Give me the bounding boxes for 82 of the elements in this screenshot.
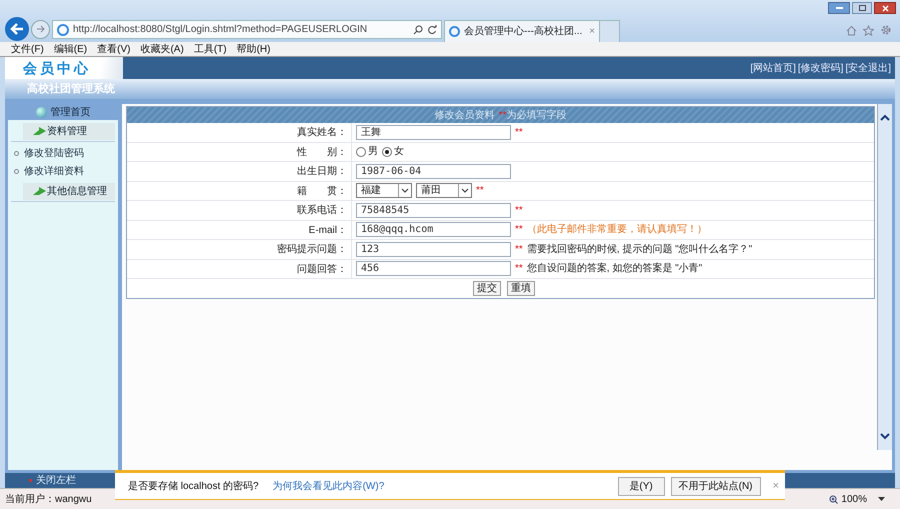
field-label: 真实姓名： [127, 123, 352, 142]
field-label: 密码提示问题： [127, 240, 352, 258]
radio-button[interactable] [382, 146, 392, 157]
field-label: 联系电话： [127, 201, 352, 220]
scroll-up-icon[interactable] [880, 114, 890, 122]
forward-button[interactable] [31, 20, 50, 38]
arrow-icon [33, 127, 46, 136]
radio-label: 男 [368, 145, 378, 160]
header-link[interactable]: [网站首页] [750, 60, 796, 76]
caret-icon [461, 188, 469, 194]
required-mark: ** [515, 223, 523, 238]
toggle-sidebar-link[interactable]: 关闭左栏 [36, 473, 76, 488]
back-button[interactable] [5, 17, 29, 41]
sidebar-link[interactable]: 修改登陆密码 [24, 146, 84, 161]
input-field[interactable]: 168@qqq.hcom [356, 222, 511, 238]
back-arrow-icon [10, 23, 24, 35]
field-label: E-mail： [127, 220, 352, 239]
required-mark: ** [515, 204, 523, 218]
address-bar[interactable]: http://localhost:8080/Stgl/Login.shtml?method=PAGEUSERLOGIN [52, 20, 442, 39]
field-label: 出生日期： [127, 162, 352, 180]
input-field[interactable]: 123 [356, 242, 511, 257]
input-field[interactable]: 王舞 [356, 124, 511, 140]
notification-button[interactable]: 是(Y) [618, 476, 665, 496]
radio-button[interactable] [356, 146, 366, 157]
header-link[interactable]: [修改密码] [798, 60, 844, 76]
form-button[interactable]: 提交 [473, 281, 501, 296]
menu-item[interactable]: 编辑(E) [54, 42, 88, 56]
sidebar-section-header[interactable]: 资料管理 [23, 123, 115, 140]
bullet-icon [14, 151, 19, 156]
globe-icon [36, 106, 46, 118]
ie-icon [449, 26, 460, 37]
arrow-icon [33, 187, 46, 196]
menu-item[interactable]: 文件(F) [11, 42, 44, 56]
required-mark: ** [476, 184, 484, 198]
required-mark: ** [515, 242, 523, 257]
field-hint: （此电子邮件非常重要，请认真填写！） [526, 222, 707, 238]
scroll-down-icon[interactable] [880, 432, 890, 440]
caret-icon [401, 188, 409, 194]
scrollbar[interactable] [877, 104, 892, 450]
system-title: 高校社团管理系统 [27, 82, 115, 97]
status-user: 当前用户：wangwu [5, 492, 92, 506]
maximize-button[interactable] [852, 2, 872, 14]
field-label: 性 别： [127, 142, 352, 161]
field-hint: 您自设问题的答案, 如您的答案是 "小青" [526, 262, 702, 276]
search-icon[interactable] [413, 24, 423, 34]
refresh-icon[interactable] [427, 24, 437, 34]
input-field[interactable]: 1987-06-04 [356, 164, 511, 179]
form-title-bar: 修改会员资料 **为必填写字段 [127, 107, 874, 123]
zoom-level[interactable]: 100% [841, 492, 867, 506]
site-logo: 会员中心 [23, 58, 91, 78]
required-mark: ** [515, 262, 523, 276]
close-icon [882, 4, 888, 12]
browser-tab[interactable]: 会员管理中心---高校社团... × [444, 20, 600, 42]
field-label: 问题回答： [127, 260, 352, 278]
sidebar-link[interactable]: 修改详细资料 [24, 164, 84, 179]
menu-item[interactable]: 工具(T) [194, 42, 227, 56]
form-button[interactable]: 重填 [507, 281, 535, 296]
caret-icon[interactable] [878, 497, 885, 501]
menu-item[interactable]: 帮助(H) [236, 42, 270, 56]
close-button[interactable] [874, 2, 896, 14]
input-field[interactable]: 75848545 [356, 202, 511, 218]
star-icon[interactable] [863, 24, 874, 36]
required-mark: ** [515, 126, 523, 140]
bullet-icon [14, 169, 19, 174]
input-field[interactable]: 456 [356, 261, 511, 276]
forward-arrow-icon [36, 25, 46, 33]
menu-item[interactable]: 查看(V) [97, 42, 130, 56]
radio-label: 女 [394, 145, 404, 160]
notification-link[interactable]: 为何我会看见此内容(W)? [272, 478, 384, 494]
minimize-button[interactable] [828, 2, 850, 14]
ie-icon [57, 24, 69, 36]
header-link[interactable]: [安全退出] [845, 60, 891, 76]
notification-button[interactable]: 不用于此站点(N) [670, 476, 761, 496]
dropdown[interactable]: 福建 [356, 183, 412, 198]
sidebar-section-header[interactable]: 其他信息管理 [23, 183, 115, 200]
menu-item[interactable]: 收藏夹(A) [140, 42, 184, 56]
field-hint: 需要找回密码的时候, 提示的问题 "您叫什么名字？" [526, 242, 752, 257]
notification-message: 是否要存储 localhost 的密码? [128, 480, 259, 494]
sidebar-home-link[interactable]: 管理首页 [50, 104, 90, 120]
zoom-icon [829, 494, 838, 504]
field-label: 籍 贯： [127, 182, 352, 200]
dropdown[interactable]: 莆田 [416, 183, 472, 198]
